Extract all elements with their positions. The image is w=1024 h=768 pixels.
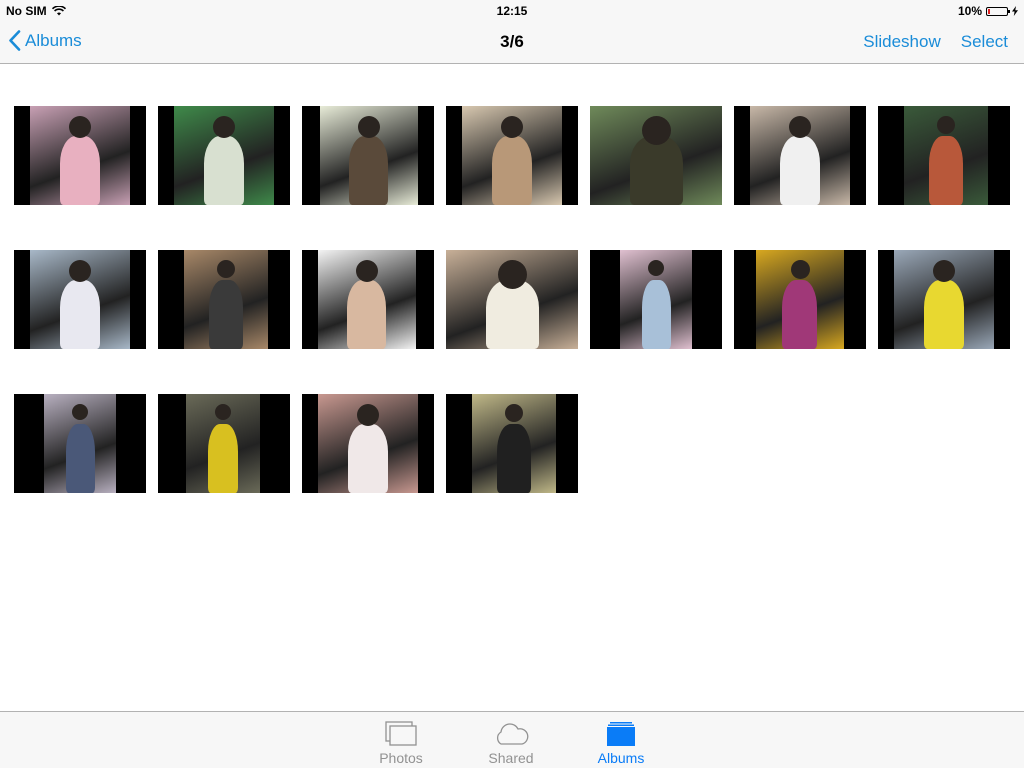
photo-subject [630, 136, 683, 205]
photo-thumbnail-8[interactable] [14, 250, 146, 349]
photo-subject-head [357, 404, 379, 426]
albums-icon [576, 720, 666, 748]
photo-subject [60, 136, 100, 205]
photo-image [30, 106, 130, 205]
select-button[interactable]: Select [961, 32, 1008, 52]
photos-stack-icon [356, 720, 446, 748]
photo-subject [642, 280, 671, 349]
status-bar: No SIM 12:15 10% [0, 0, 1024, 20]
photo-subject [349, 136, 388, 205]
tab-photos[interactable]: Photos [356, 720, 446, 766]
photo-subject [347, 280, 386, 349]
tab-shared-label: Shared [488, 750, 534, 766]
photo-subject-head [72, 404, 88, 420]
photo-subject [492, 136, 532, 205]
photo-subject [66, 424, 95, 493]
photo-image [174, 106, 274, 205]
battery-icon [986, 6, 1010, 16]
photo-image [472, 394, 556, 493]
photo-thumbnail-15[interactable] [14, 394, 146, 493]
photo-thumbnail-9[interactable] [158, 250, 290, 349]
photo-image [756, 250, 844, 349]
photo-thumbnail-16[interactable] [158, 394, 290, 493]
photo-image [904, 106, 988, 205]
photo-thumbnail-18[interactable] [446, 394, 578, 493]
photo-subject-head [642, 116, 671, 145]
photo-image [894, 250, 994, 349]
status-time: 12:15 [496, 4, 528, 18]
photo-subject-head [69, 260, 91, 282]
photo-subject [924, 280, 964, 349]
photo-image [184, 250, 268, 349]
photo-subject [780, 136, 820, 205]
photo-subject [60, 280, 100, 349]
photo-thumbnail-12[interactable] [590, 250, 722, 349]
photo-subject-head [791, 260, 810, 279]
photo-subject [486, 280, 539, 349]
photo-subject-head [505, 404, 523, 422]
photo-subject [929, 136, 963, 205]
photo-thumbnail-13[interactable] [734, 250, 866, 349]
photo-image [620, 250, 692, 349]
slideshow-button[interactable]: Slideshow [863, 32, 941, 52]
photo-image [590, 106, 722, 205]
tab-albums[interactable]: Albums [576, 720, 666, 766]
photo-subject-head [358, 116, 380, 138]
photo-subject-head [69, 116, 91, 138]
photo-thumbnail-10[interactable] [302, 250, 434, 349]
photo-image [318, 394, 418, 493]
photo-thumbnail-2[interactable] [158, 106, 290, 205]
photo-image [44, 394, 116, 493]
photo-subject-head [501, 116, 523, 138]
photo-subject-head [215, 404, 231, 420]
photo-thumbnail-3[interactable] [302, 106, 434, 205]
status-right: 10% [958, 4, 1018, 18]
photo-thumbnail-6[interactable] [734, 106, 866, 205]
cloud-icon [466, 720, 556, 748]
photo-thumbnail-5[interactable] [590, 106, 722, 205]
photo-image [462, 106, 562, 205]
photo-image [318, 250, 416, 349]
nav-actions: Slideshow Select [863, 32, 1008, 52]
tab-bar: Photos Shared Albums [0, 711, 1024, 768]
photo-subject [204, 136, 244, 205]
tab-photos-label: Photos [379, 750, 423, 766]
photo-subject [208, 424, 238, 493]
navigation-bar: Albums 3/6 Slideshow Select [0, 20, 1024, 64]
photo-subject-head [789, 116, 811, 138]
photo-thumbnail-1[interactable] [14, 106, 146, 205]
battery-percent: 10% [957, 4, 982, 18]
tab-shared[interactable]: Shared [466, 720, 556, 766]
photo-subject-head [356, 260, 378, 282]
photo-thumbnail-11[interactable] [446, 250, 578, 349]
charging-bolt-icon [1012, 6, 1018, 16]
photo-thumbnail-17[interactable] [302, 394, 434, 493]
photo-subject-head [213, 116, 235, 138]
photo-subject [497, 424, 531, 493]
photo-subject-head [937, 116, 955, 134]
photo-image [446, 250, 578, 349]
photo-thumbnail-7[interactable] [878, 106, 1010, 205]
photo-thumbnail-4[interactable] [446, 106, 578, 205]
photo-subject [348, 424, 388, 493]
photo-subject-head [217, 260, 235, 278]
tab-albums-label: Albums [597, 750, 645, 766]
photo-grid [14, 106, 1014, 493]
battery-fill [988, 8, 990, 14]
photo-image [320, 106, 418, 205]
photo-image [186, 394, 260, 493]
photo-image [750, 106, 850, 205]
battery-tip [1008, 9, 1010, 13]
photo-image [30, 250, 130, 349]
photo-thumbnail-14[interactable] [878, 250, 1010, 349]
photo-subject [782, 280, 817, 349]
photo-subject-head [648, 260, 664, 276]
photo-subject-head [933, 260, 955, 282]
photo-subject-head [498, 260, 527, 289]
photo-subject [209, 280, 243, 349]
